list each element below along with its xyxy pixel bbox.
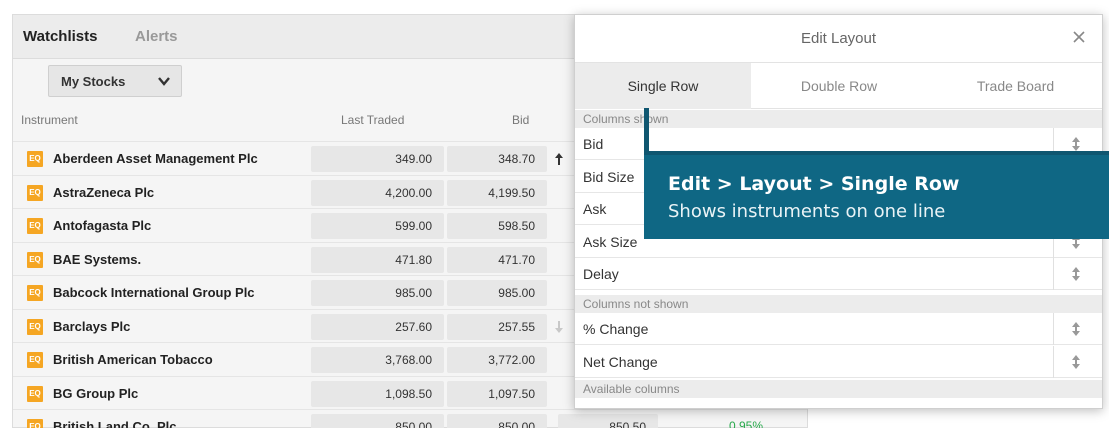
instrument-name: British American Tobacco [53, 352, 213, 367]
last-traded-value: 349.00 [311, 146, 444, 172]
dialog-title: Edit Layout [800, 30, 877, 47]
tab-trade-board[interactable]: Trade Board [927, 63, 1104, 109]
column-shown-label: Delay [583, 266, 619, 282]
divider [1053, 345, 1054, 378]
table-row[interactable]: EQ British Land Co. Plc 850.00 850.00 850.50… [13, 409, 807, 428]
column-not-shown-item[interactable]: Net Change [575, 345, 1102, 378]
equity-badge: EQ [27, 285, 43, 301]
watchlist-selector[interactable]: My Stocks [48, 65, 182, 97]
equity-badge: EQ [27, 352, 43, 368]
layout-tab-bar: Single Row Double Row Trade Board [575, 63, 1102, 109]
divider [1053, 258, 1054, 290]
column-shown-label: Bid [583, 136, 604, 152]
bid-value: 1,097.50 [447, 380, 547, 407]
equity-badge: EQ [27, 251, 43, 268]
tab-watchlists[interactable]: Watchlists [23, 28, 97, 45]
column-shown-label: Ask [583, 201, 607, 217]
section-columns-not-shown: Columns not shown [575, 295, 1102, 313]
bid-value: 850.00 [447, 414, 547, 428]
equity-badge: EQ [27, 318, 43, 335]
instrument-name: Barclays Plc [53, 318, 131, 334]
bid-value: 3,772.00 [447, 347, 547, 373]
chevron-down-icon [158, 77, 170, 86]
last-traded-value: 4,200.00 [311, 179, 444, 206]
instrument-name: BAE Systems. [53, 251, 142, 267]
bid-value: 348.70 [447, 146, 547, 172]
percent-change-value: 0.95% [728, 419, 763, 428]
tab-double-row[interactable]: Double Row [751, 63, 927, 109]
drag-handle-icon[interactable] [1070, 136, 1082, 152]
close-icon[interactable] [1070, 28, 1088, 46]
divider [1053, 313, 1054, 345]
callout-pointer [644, 108, 649, 154]
bid-value: 471.70 [447, 246, 547, 273]
drag-handle-icon[interactable] [1070, 321, 1082, 337]
tab-alerts[interactable]: Alerts [135, 28, 178, 45]
bid-value: 257.55 [447, 313, 547, 340]
drag-handle-icon[interactable] [1070, 266, 1082, 282]
column-not-shown-label: % Change [583, 321, 649, 337]
bid-value: 4,199.50 [447, 179, 547, 206]
callout-subtitle: Shows instruments on one line [668, 201, 946, 222]
section-available-columns: Available columns [575, 380, 1102, 398]
column-shown-item[interactable]: Delay [575, 258, 1102, 290]
drag-handle-icon[interactable] [1070, 354, 1082, 370]
callout-box: Edit > Layout > Single Row Shows instrum… [644, 151, 1109, 239]
dialog-header: Edit Layout [575, 15, 1102, 63]
equity-badge: EQ [27, 184, 43, 201]
bid-value: 985.00 [447, 280, 547, 306]
last-traded-value: 1,098.50 [311, 380, 444, 407]
last-traded-value: 599.00 [311, 213, 444, 239]
instrument-name: Aberdeen Asset Management Plc [53, 151, 258, 166]
equity-badge: EQ [27, 218, 43, 234]
instrument-name: AstraZeneca Plc [53, 184, 155, 200]
equity-badge: EQ [27, 419, 43, 428]
instrument-name: British Land Co. Plc [53, 419, 177, 428]
last-traded-value: 257.60 [311, 313, 444, 340]
watchlist-selector-value: My Stocks [61, 74, 126, 89]
arrow-down-icon [555, 320, 563, 333]
column-shown-label: Bid Size [583, 168, 635, 185]
ask-value: 850.50 [558, 414, 658, 428]
equity-badge: EQ [27, 385, 43, 402]
callout-title: Edit > Layout > Single Row [668, 173, 960, 195]
equity-badge: EQ [27, 151, 43, 167]
instrument-name: Antofagasta Plc [53, 218, 152, 233]
column-not-shown-item[interactable]: % Change [575, 313, 1102, 345]
instrument-name: Babcock International Group Plc [53, 285, 255, 300]
column-not-shown-label: Net Change [583, 353, 658, 370]
last-traded-value: 850.00 [311, 414, 444, 428]
arrow-up-icon [555, 153, 563, 165]
tab-single-row[interactable]: Single Row [575, 63, 751, 109]
instrument-name: BG Group Plc [53, 385, 139, 401]
last-traded-value: 985.00 [311, 280, 444, 306]
column-shown-label: Ask Size [583, 233, 638, 250]
last-traded-value: 471.80 [311, 246, 444, 273]
section-columns-shown: Columns shown [575, 110, 1102, 128]
last-traded-value: 3,768.00 [311, 347, 444, 373]
bid-value: 598.50 [447, 213, 547, 239]
